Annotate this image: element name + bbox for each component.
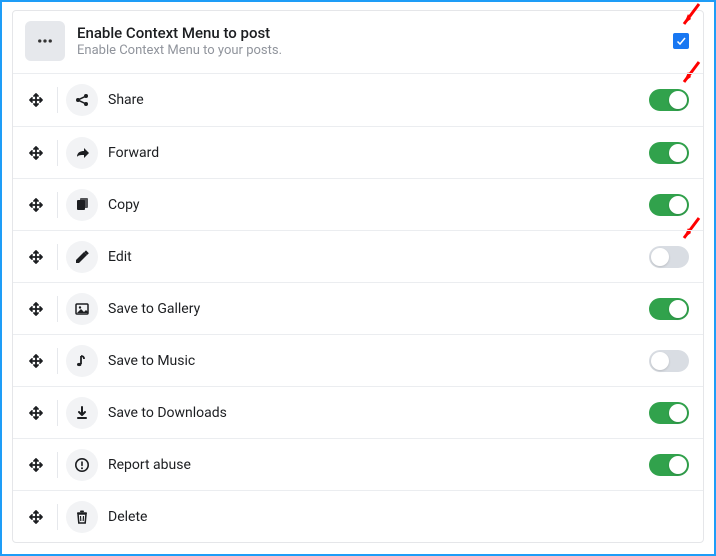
separator [57,244,58,270]
drag-handle-icon[interactable] [27,248,45,266]
menu-item-row: Copy [13,178,703,230]
separator [57,192,58,218]
delete-icon [66,501,98,533]
menu-item-label: Save to Gallery [108,301,200,317]
separator [57,452,58,478]
menu-item-label: Report abuse [108,457,191,473]
menu-item-label: Delete [108,509,147,525]
menu-item-row: Save to Gallery [13,282,703,334]
header-text: Enable Context Menu to post Enable Conte… [77,24,282,58]
drag-handle-icon[interactable] [27,196,45,214]
enable-checkbox[interactable] [673,33,689,49]
separator [57,348,58,374]
menu-item-label: Edit [108,249,132,265]
separator [57,140,58,166]
toggle-switch[interactable] [649,350,689,372]
separator [57,87,58,113]
drag-handle-icon[interactable] [27,352,45,370]
menu-item-label: Save to Downloads [108,405,227,421]
toggle-switch[interactable] [649,194,689,216]
menu-item-row: Save to Music [13,334,703,386]
drag-handle-icon[interactable] [27,300,45,318]
toggle-switch[interactable] [649,454,689,476]
separator [57,296,58,322]
menu-item-row: Forward [13,126,703,178]
drag-handle-icon[interactable] [27,144,45,162]
ellipsis-icon [25,21,65,61]
drag-handle-icon[interactable] [27,508,45,526]
menu-items-list: Share Forward Copy Edit Save to Gallery Save … [13,74,703,542]
menu-item-label: Copy [108,197,140,213]
header-title: Enable Context Menu to post [77,24,282,42]
drag-handle-icon[interactable] [27,404,45,422]
menu-item-row: Edit [13,230,703,282]
forward-icon [66,137,98,169]
separator [57,400,58,426]
settings-card: Enable Context Menu to post Enable Conte… [12,10,704,543]
drag-handle-icon[interactable] [27,91,45,109]
gallery-icon [66,293,98,325]
toggle-switch[interactable] [649,402,689,424]
download-icon [66,397,98,429]
toggle-switch[interactable] [649,298,689,320]
header-subtitle: Enable Context Menu to your posts. [77,43,282,58]
toggle-switch[interactable] [649,246,689,268]
menu-item-row: Delete [13,490,703,542]
copy-icon [66,189,98,221]
toggle-switch[interactable] [649,89,689,111]
share-icon [66,84,98,116]
toggle-switch[interactable] [649,142,689,164]
menu-item-row: Save to Downloads [13,386,703,438]
menu-item-row: Report abuse [13,438,703,490]
settings-header: Enable Context Menu to post Enable Conte… [13,11,703,74]
music-icon [66,345,98,377]
menu-item-label: Save to Music [108,353,195,369]
menu-item-label: Share [108,92,144,108]
menu-item-row: Share [13,74,703,126]
drag-handle-icon[interactable] [27,456,45,474]
report-icon [66,449,98,481]
menu-item-label: Forward [108,145,159,161]
separator [57,504,58,530]
edit-icon [66,241,98,273]
